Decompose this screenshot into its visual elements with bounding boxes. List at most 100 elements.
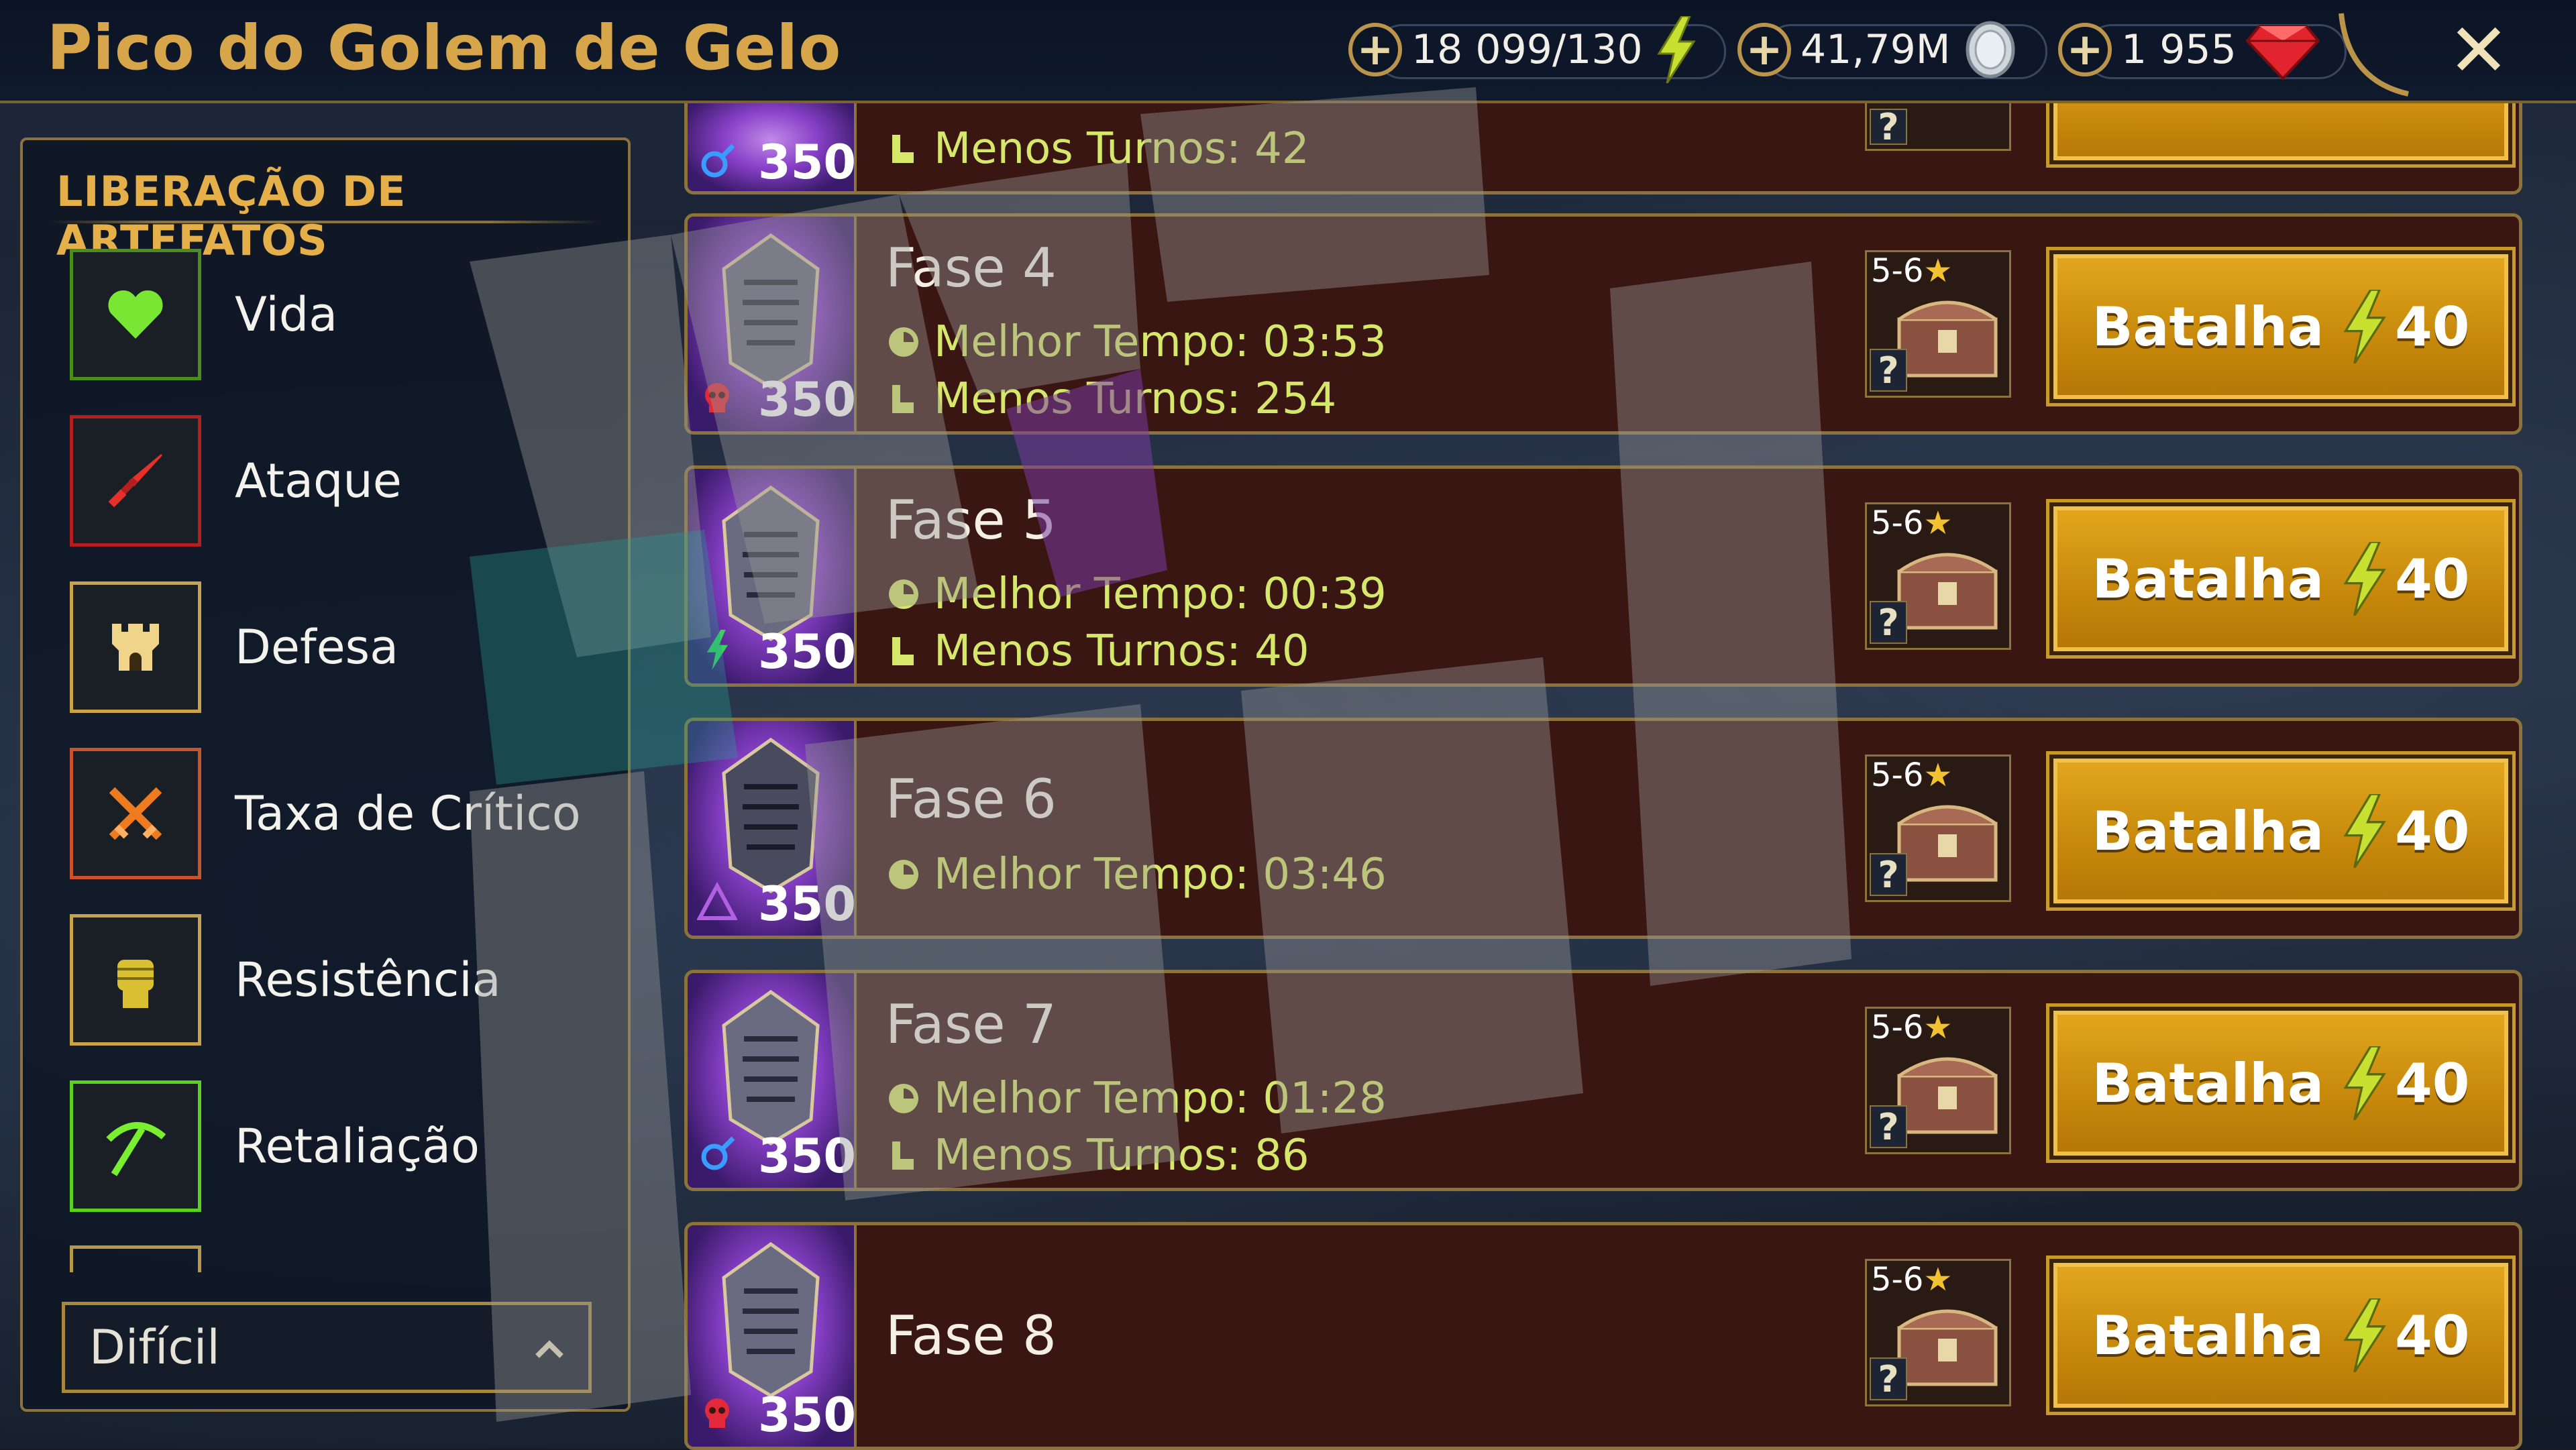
- stage-row[interactable]: 350 Fase 7 Melhor Tempo: 01:28 Menos Tur…: [684, 970, 2522, 1191]
- gem-value: 1 955: [2121, 26, 2237, 73]
- energy-bolt-icon: [1657, 16, 1696, 83]
- stage-row[interactable]: 350 Fase 6 Melhor Tempo: 03:46 5-6★ ? Ba…: [684, 718, 2522, 939]
- reward-chest[interactable]: 5-6★ ?: [1865, 1259, 2011, 1406]
- energy-bolt-icon: [2343, 290, 2386, 364]
- boot-icon: [892, 1141, 914, 1170]
- page-title: Pico do Golem de Gelo: [47, 12, 842, 84]
- stage-power: 350: [758, 1388, 857, 1443]
- stage-min-turns: Menos Turnos: 42: [885, 124, 1309, 174]
- stage-best-time-text: Melhor Tempo: 03:46: [934, 850, 1387, 899]
- battle-button[interactable]: Batalha 40: [2046, 499, 2516, 659]
- stage-best-time: Melhor Tempo: 03:46: [885, 850, 1387, 899]
- battle-button[interactable]: Batalha 40: [2046, 751, 2516, 911]
- stage-min-turns: Menos Turnos: 254: [885, 374, 1336, 424]
- clock-icon: [889, 860, 918, 889]
- stage-row[interactable]: 350 Fase 4 Melhor Tempo: 03:53 Menos Tur…: [684, 213, 2522, 435]
- filter-retaliacao[interactable]: Retaliação: [70, 1079, 606, 1213]
- boot-icon: [892, 637, 914, 665]
- filter-ataque[interactable]: Ataque: [70, 414, 606, 548]
- stage-power: 350: [758, 372, 857, 427]
- stage-best-time-text: Melhor Tempo: 00:39: [934, 569, 1387, 619]
- filter-label: Taxa de Crítico: [235, 786, 581, 841]
- filter-label: Vida: [235, 287, 338, 342]
- magic-affinity-icon: [701, 1136, 735, 1170]
- filter-taxa-de-critico[interactable]: Taxa de Crítico: [70, 746, 606, 881]
- chest-icon: [1897, 1057, 1998, 1134]
- energy-value: 18 099/130: [1411, 26, 1643, 73]
- stage-best-time: Melhor Tempo: 01:28: [885, 1074, 1387, 1123]
- stage-best-time-text: Melhor Tempo: 03:53: [934, 317, 1387, 367]
- reward-chest[interactable]: 5-6★ ?: [1865, 755, 2011, 902]
- reward-rank: 5-6★: [1871, 1009, 1953, 1046]
- stage-best-time: Melhor Tempo: 00:39: [885, 569, 1387, 619]
- void-affinity-icon: [705, 383, 729, 412]
- stage-name: Fase 7: [885, 993, 1057, 1056]
- energy-resource: + 18 099/130: [1348, 16, 1726, 83]
- battle-cost: 40: [2395, 295, 2470, 358]
- silver-resource: + 41,79M: [1737, 20, 2047, 79]
- filter-label: Resistência: [235, 952, 501, 1007]
- pickaxe-icon: [70, 1080, 201, 1212]
- magic-affinity-icon: [701, 144, 735, 178]
- chest-icon: [1897, 805, 1998, 882]
- filter-partial-next: [70, 1245, 201, 1272]
- chevron-up-icon: [535, 1340, 564, 1358]
- tower-icon: [70, 581, 201, 713]
- stage-min-turns-text: Menos Turnos: 254: [934, 374, 1337, 424]
- top-bar: Pico do Golem de Gelo + 18 099/130 + 41,…: [0, 0, 2576, 103]
- silver-coin-icon: [1966, 21, 2015, 78]
- battle-label: Batalha: [2092, 799, 2324, 862]
- battle-cost: 40: [2395, 1304, 2470, 1367]
- chest-icon: [1897, 1309, 1998, 1386]
- stage-power: 350: [758, 877, 857, 932]
- energy-bolt-icon: [2343, 794, 2386, 868]
- stage-row[interactable]: 350 Menos Turnos: 42 ?: [684, 94, 2522, 194]
- reward-chest[interactable]: 5-6★ ?: [1865, 502, 2011, 650]
- battle-cost: 40: [2395, 1052, 2470, 1115]
- battle-button[interactable]: Batalha 40: [2046, 1256, 2516, 1415]
- close-button[interactable]: ✕: [2442, 13, 2516, 87]
- void-affinity-icon: [705, 1398, 729, 1428]
- difficulty-dropdown[interactable]: Difícil: [62, 1302, 592, 1393]
- reward-rank: 5-6★: [1871, 252, 1953, 290]
- stage-min-turns-text: Menos Turnos: 40: [934, 626, 1309, 676]
- add-silver-button[interactable]: +: [1737, 23, 1791, 76]
- stage-name: Fase 6: [885, 768, 1057, 830]
- stage-row[interactable]: 350 Fase 5 Melhor Tempo: 00:39 Menos Tur…: [684, 465, 2522, 687]
- unknown-reward-badge: ?: [1870, 853, 1907, 896]
- filter-label: Defesa: [235, 620, 399, 675]
- unknown-reward-badge: ?: [1870, 1357, 1907, 1400]
- stage-row[interactable]: 350 Fase 8 5-6★ ? Batalha 40: [684, 1222, 2522, 1450]
- filter-resistencia[interactable]: Resistência: [70, 913, 606, 1047]
- reward-rank: 5-6★: [1871, 504, 1953, 542]
- energy-bolt-icon: [2343, 542, 2386, 616]
- boot-icon: [892, 135, 914, 163]
- stage-power: 350: [758, 135, 857, 190]
- battle-button[interactable]: [2046, 97, 2516, 168]
- reward-chest[interactable]: 5-6★ ?: [1865, 1007, 2011, 1154]
- heart-icon: [70, 249, 201, 380]
- stage-power: 350: [758, 1129, 857, 1184]
- battle-label: Batalha: [2092, 1304, 2324, 1367]
- stage-best-time-text: Melhor Tempo: 01:28: [934, 1074, 1387, 1123]
- reward-chest[interactable]: 5-6★ ?: [1865, 250, 2011, 398]
- gem-icon: [2245, 25, 2320, 80]
- unknown-reward-badge: ?: [1870, 106, 1907, 148]
- stage-min-turns: Menos Turnos: 86: [885, 1131, 1309, 1180]
- battle-label: Batalha: [2092, 547, 2324, 610]
- battle-button[interactable]: Batalha 40: [2046, 247, 2516, 406]
- add-energy-button[interactable]: +: [1348, 23, 1402, 76]
- filter-defesa[interactable]: Defesa: [70, 580, 606, 714]
- fist-icon: [70, 914, 201, 1046]
- unknown-reward-badge: ?: [1870, 349, 1907, 392]
- clock-icon: [889, 579, 918, 609]
- artifact-filter-panel: LIBERAÇÃO DE ARTEFATOS Vida Ataque Defes…: [20, 137, 631, 1412]
- battle-button[interactable]: Batalha 40: [2046, 1003, 2516, 1163]
- stage-min-turns-text: Menos Turnos: 86: [934, 1131, 1309, 1180]
- add-gems-button[interactable]: +: [2058, 23, 2112, 76]
- gem-resource: + 1 955: [2058, 20, 2347, 80]
- filter-label: Retaliação: [235, 1119, 480, 1174]
- chest-icon: [1897, 553, 1998, 630]
- filter-vida[interactable]: Vida: [70, 247, 606, 382]
- silver-value: 41,79M: [1801, 26, 1951, 73]
